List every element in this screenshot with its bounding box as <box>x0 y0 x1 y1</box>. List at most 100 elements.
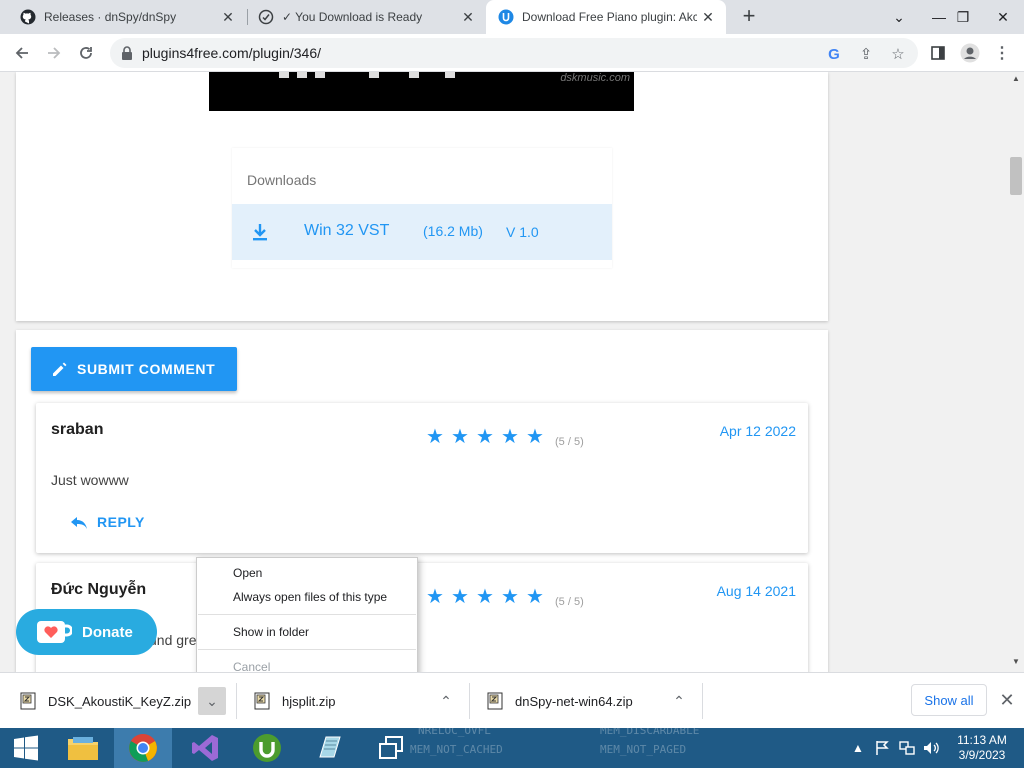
download-row-win32-vst[interactable]: Win 32 VST (16.2 Mb) V 1.0 <box>232 204 612 260</box>
comment-card: sraban ★ ★ ★ ★ ★ (5 / 5) Apr 12 2022 Jus… <box>36 403 808 553</box>
star-icon: ★ <box>451 426 469 448</box>
flag-icon[interactable] <box>874 728 890 768</box>
system-clock[interactable]: 11:13 AM 3/9/2023 <box>948 733 1016 763</box>
forward-button[interactable] <box>40 39 68 67</box>
google-icon[interactable]: G <box>824 44 844 64</box>
back-button[interactable] <box>8 39 36 67</box>
side-panel-icon[interactable] <box>924 39 952 67</box>
browser-toolbar: plugins4free.com/plugin/346/ G ⇪ ☆ ⋮ <box>0 34 1024 72</box>
notepad-icon <box>319 736 341 758</box>
download-item[interactable]: DSK_AkoustiK_KeyZ.zip ⌄ <box>20 673 232 729</box>
tray-expand-icon[interactable]: ▲ <box>852 728 864 768</box>
taskbar-chrome[interactable] <box>114 728 172 768</box>
reply-button[interactable]: REPLY <box>69 514 145 530</box>
profile-avatar-icon[interactable] <box>956 39 984 67</box>
reply-icon <box>71 517 87 529</box>
scrollbar-thumb[interactable] <box>1010 157 1022 195</box>
arrow-right-icon <box>48 47 61 59</box>
shelf-separator <box>702 683 703 719</box>
reload-icon <box>80 47 92 59</box>
star-icon: ★ <box>501 426 519 448</box>
shelf-separator <box>236 683 237 719</box>
new-tab-button[interactable]: + <box>737 5 761 29</box>
close-icon[interactable]: ✕ <box>700 9 716 25</box>
close-icon[interactable]: ✕ <box>220 9 236 25</box>
download-size: (16.2 Mb) <box>423 223 483 239</box>
download-filename: hjsplit.zip <box>282 693 336 709</box>
windows-taskbar: NRELOC_OVFL MEM_DISCARDABLE MEM_NOT_CACH… <box>0 724 1024 768</box>
close-icon[interactable]: ✕ <box>460 9 476 25</box>
network-icon[interactable] <box>898 728 916 768</box>
window-close-button[interactable]: ✕ <box>986 0 1020 34</box>
zip-file-icon <box>20 692 36 710</box>
tab-title: ✓ You Download is Ready <box>282 10 423 24</box>
download-name: Win 32 VST <box>304 222 390 239</box>
close-shelf-icon[interactable]: ✕ <box>996 687 1018 713</box>
windows-logo-icon <box>14 735 38 761</box>
rating-text: (5 / 5) <box>555 436 584 448</box>
chevron-up-icon[interactable]: ⌃ <box>665 687 693 715</box>
bookmark-star-icon[interactable]: ☆ <box>888 44 908 64</box>
taskbar-file-explorer[interactable] <box>54 728 112 768</box>
tab-download-ready[interactable]: ✓ You Download is Ready ✕ <box>248 0 486 34</box>
restore-button[interactable]: ❐ <box>946 0 980 34</box>
download-context-menu: Open Always open files of this type Show… <box>196 557 418 681</box>
background-window-text: MEM_DISCARDABLE <box>600 724 700 737</box>
chevron-up-icon[interactable]: ⌃ <box>432 687 460 715</box>
show-all-button[interactable]: Show all <box>911 684 987 716</box>
donate-button[interactable]: Donate <box>16 609 157 655</box>
submit-comment-button[interactable]: SUBMIT COMMENT <box>31 347 237 391</box>
menu-item-open[interactable]: Open <box>233 566 262 580</box>
pencil-icon <box>53 362 67 376</box>
download-icon <box>253 224 267 241</box>
tab-piano-plugin[interactable]: Download Free Piano plugin: Akc ✕ <box>486 0 726 34</box>
taskbar-app[interactable] <box>300 728 358 768</box>
share-icon[interactable]: ⇪ <box>856 44 876 64</box>
lock-icon <box>122 46 132 60</box>
taskbar-visual-studio[interactable] <box>176 728 234 768</box>
more-menu-icon[interactable]: ⋮ <box>988 39 1016 67</box>
download-item[interactable]: hjsplit.zip ⌃ <box>254 673 460 729</box>
background-window-text: MEM_NOT_CACHED <box>410 743 503 756</box>
menu-item-show-in-folder[interactable]: Show in folder <box>233 625 309 639</box>
star-rating: ★ ★ ★ ★ ★ <box>426 587 551 607</box>
scroll-down-arrow[interactable]: ▼ <box>1010 657 1022 669</box>
folder-icon <box>68 737 98 760</box>
star-icon: ★ <box>426 586 444 608</box>
zip-file-icon <box>254 692 270 710</box>
star-icon: ★ <box>526 586 544 608</box>
page-viewport: dskmusic.com Downloads Win 32 VST (16.2 … <box>0 72 1008 672</box>
rating-text: (5 / 5) <box>555 596 584 608</box>
menu-separator <box>198 614 416 615</box>
background-window-text: MEM_NOT_PAGED <box>600 743 687 756</box>
github-icon <box>20 9 36 25</box>
address-bar[interactable]: plugins4free.com/plugin/346/ G ⇪ ☆ <box>110 38 918 68</box>
tab-releases[interactable]: Releases · dnSpy/dnSpy ✕ <box>0 0 246 34</box>
plugins4free-icon <box>498 9 514 25</box>
kofi-cup-icon <box>37 621 72 643</box>
download-filename: DSK_AkoustiK_KeyZ.zip <box>48 693 192 709</box>
taskbar-window-switcher[interactable] <box>362 728 420 768</box>
taskbar-utorrent[interactable] <box>238 728 296 768</box>
video-thumbnail[interactable]: dskmusic.com <box>209 72 634 111</box>
download-version: V 1.0 <box>506 224 539 240</box>
comment-author: sraban <box>51 421 104 438</box>
scroll-up-arrow[interactable]: ▲ <box>1010 74 1022 86</box>
download-shelf: DSK_AkoustiK_KeyZ.zip ⌄ hjsplit.zip ⌃ dn… <box>0 672 1024 728</box>
download-item[interactable]: dnSpy-net-win64.zip ⌃ <box>487 673 693 729</box>
tab-strip: Releases · dnSpy/dnSpy ✕ ✓ You Download … <box>0 0 1024 34</box>
comment-date: Apr 12 2022 <box>719 423 796 439</box>
comment-text: Just wowww <box>51 472 129 488</box>
start-button[interactable] <box>0 728 52 768</box>
visual-studio-icon <box>192 735 218 761</box>
chevron-down-icon[interactable]: ⌄ <box>882 0 916 34</box>
chevron-down-icon[interactable]: ⌄ <box>198 687 226 715</box>
star-icon: ★ <box>476 586 494 608</box>
star-rating: ★ ★ ★ ★ ★ <box>426 427 551 447</box>
chrome-icon <box>129 734 157 762</box>
video-watermark: dskmusic.com <box>560 72 630 84</box>
volume-icon[interactable] <box>922 728 940 768</box>
reload-button[interactable] <box>72 39 100 67</box>
shelf-separator <box>469 683 470 719</box>
menu-item-always-open[interactable]: Always open files of this type <box>233 590 387 604</box>
